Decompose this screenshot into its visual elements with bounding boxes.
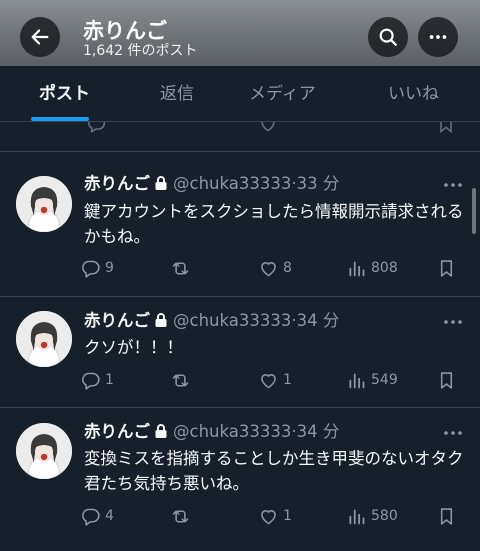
post-meta: 赤りんご @chuka33333·34 分 xyxy=(84,420,339,444)
avatar[interactable] xyxy=(16,176,72,232)
bookmark-icon xyxy=(440,122,452,134)
like-count: 8 xyxy=(283,260,292,276)
repost-button[interactable] xyxy=(170,255,191,281)
reply-icon xyxy=(88,122,106,133)
profile-tabs: ポスト 返信 メディア いいね xyxy=(0,66,480,122)
heart-icon xyxy=(261,509,276,524)
avatar-illustration xyxy=(16,176,72,232)
avatar[interactable] xyxy=(16,311,72,367)
tab-likes[interactable]: いいね xyxy=(388,66,439,122)
post-meta: 赤りんご @chuka33333·33 分 xyxy=(84,172,339,196)
post-text: 変換ミスを指摘することしか生き甲斐のないオタク君たち気持ち悪いね。 xyxy=(84,449,464,493)
bookmark-button[interactable] xyxy=(436,367,457,393)
bookmark-button[interactable] xyxy=(436,503,457,529)
view-count: 808 xyxy=(371,260,398,276)
post-more-icon[interactable] xyxy=(441,178,465,192)
heart-icon xyxy=(261,373,276,388)
analytics-icon xyxy=(349,509,365,524)
repost-button[interactable] xyxy=(170,503,191,529)
post-actions: 1 1 549 xyxy=(80,367,470,393)
reply-icon xyxy=(82,508,100,526)
author-handle[interactable]: @chuka33333 xyxy=(173,174,291,193)
view-count: 549 xyxy=(371,372,398,388)
previous-post-partial xyxy=(0,122,480,152)
author-name[interactable]: 赤りんご xyxy=(84,174,150,193)
lock-icon xyxy=(155,313,167,327)
lock-icon xyxy=(155,176,167,190)
avatar[interactable] xyxy=(16,423,72,479)
author-name[interactable]: 赤りんご xyxy=(84,422,150,441)
more-horizontal-icon xyxy=(429,35,447,39)
arrow-left-icon xyxy=(31,29,49,45)
post-time[interactable]: 33 分 xyxy=(297,174,340,193)
back-button[interactable] xyxy=(20,17,60,57)
reply-icon xyxy=(82,260,100,278)
analytics-icon xyxy=(349,261,365,276)
reply-count: 4 xyxy=(105,508,114,524)
reply-button[interactable]: 4 xyxy=(80,503,114,529)
reply-button[interactable]: 9 xyxy=(80,255,114,281)
heart-icon xyxy=(261,261,276,276)
reply-count: 1 xyxy=(105,372,114,388)
like-count: 1 xyxy=(283,508,292,524)
bookmark-icon xyxy=(440,259,453,277)
post-count: 1,642 件のポスト xyxy=(83,43,198,59)
active-tab-indicator xyxy=(31,117,89,121)
bookmark-icon xyxy=(440,371,453,389)
views-button[interactable]: 549 xyxy=(346,367,398,393)
author-handle[interactable]: @chuka33333 xyxy=(173,311,291,330)
post-more-icon[interactable] xyxy=(441,315,465,329)
bookmark-icon xyxy=(440,507,453,525)
search-button[interactable] xyxy=(368,17,408,57)
reply-button[interactable]: 1 xyxy=(80,367,114,393)
like-button[interactable]: 8 xyxy=(258,255,292,281)
like-button[interactable]: 1 xyxy=(258,503,292,529)
post-actions: 4 1 580 xyxy=(80,503,470,529)
post-meta: 赤りんご @chuka33333·34 分 xyxy=(84,309,339,333)
avatar-illustration xyxy=(16,311,72,367)
views-button[interactable]: 808 xyxy=(346,255,398,281)
post-text: 鍵アカウントをスクショしたら情報開示請求されるかもね。 xyxy=(84,202,464,246)
tab-media[interactable]: メディア xyxy=(249,66,316,122)
post-time[interactable]: 34 分 xyxy=(297,422,340,441)
reply-icon xyxy=(82,372,100,390)
reply-count: 9 xyxy=(105,260,114,276)
view-count: 580 xyxy=(371,508,398,524)
like-count: 1 xyxy=(283,372,292,388)
like-button[interactable]: 1 xyxy=(258,367,292,393)
tab-replies[interactable]: 返信 xyxy=(160,66,194,122)
repost-icon xyxy=(172,261,189,275)
search-icon xyxy=(379,28,397,46)
views-button[interactable]: 580 xyxy=(346,503,398,529)
bookmark-button[interactable] xyxy=(436,255,457,281)
post-actions: 9 8 808 xyxy=(80,255,470,281)
post-text: クソが！！！ xyxy=(84,338,183,357)
post-time[interactable]: 34 分 xyxy=(297,311,340,330)
post-item[interactable]: 赤りんご @chuka33333·33 分 鍵アカウントをスクショしたら情報開示請… xyxy=(0,152,480,297)
tab-posts[interactable]: ポスト xyxy=(39,66,90,122)
avatar-illustration xyxy=(16,423,72,479)
post-item[interactable]: 赤りんご @chuka33333·34 分 変換ミスを指摘することしか生き甲斐のな… xyxy=(0,408,480,551)
repost-icon xyxy=(172,373,189,387)
repost-icon xyxy=(172,509,189,523)
more-options-button[interactable] xyxy=(418,17,458,57)
analytics-icon xyxy=(349,373,365,388)
author-handle[interactable]: @chuka33333 xyxy=(173,422,291,441)
heart-icon xyxy=(261,122,275,132)
lock-icon xyxy=(155,424,167,438)
profile-header: 赤りんご 1,642 件のポスト xyxy=(0,0,480,66)
author-name[interactable]: 赤りんご xyxy=(84,311,150,330)
post-more-icon[interactable] xyxy=(441,426,465,440)
repost-button[interactable] xyxy=(170,367,191,393)
post-item[interactable]: 赤りんご @chuka33333·34 分 クソが！！！ 1 1 549 xyxy=(0,297,480,408)
